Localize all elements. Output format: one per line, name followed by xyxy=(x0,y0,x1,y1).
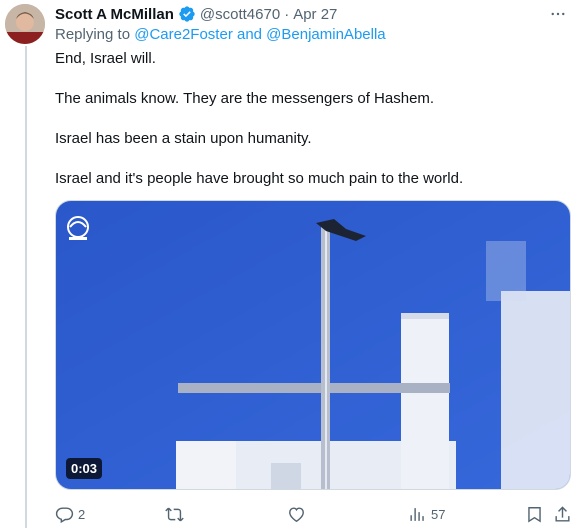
video-player[interactable]: 0:03 xyxy=(55,200,571,490)
reply-count: 2 xyxy=(78,506,86,522)
video-frame xyxy=(56,201,570,489)
more-icon[interactable] xyxy=(548,6,568,22)
avatar[interactable] xyxy=(5,4,45,44)
avatar-image xyxy=(5,4,45,44)
share-icon xyxy=(553,505,572,524)
reply-icon xyxy=(55,505,74,524)
tweet-paragraph: Israel has been a stain upon humanity. xyxy=(55,130,312,147)
views-count: 57 xyxy=(431,506,446,522)
thread-line xyxy=(25,46,27,528)
tweet-paragraph: End, Israel will. xyxy=(55,50,156,67)
tweet-header: Scott A McMillan @scott4670 · Apr 27 xyxy=(55,4,337,24)
reply-button[interactable]: 2 xyxy=(55,502,85,526)
tweet-paragraph: The animals know. They are the messenger… xyxy=(55,90,435,107)
like-icon xyxy=(287,505,306,524)
replying-to-users[interactable]: @Care2Foster and @BenjaminAbella xyxy=(134,26,385,43)
replying-to-prefix: Replying to xyxy=(55,26,131,43)
retweet-button[interactable] xyxy=(165,502,188,526)
replying-to: Replying to @Care2Foster and @BenjaminAb… xyxy=(55,26,386,43)
verified-badge-icon xyxy=(178,5,196,23)
like-button[interactable] xyxy=(287,502,310,526)
share-button[interactable] xyxy=(553,502,572,526)
video-timestamp: 0:03 xyxy=(66,458,103,479)
author-handle[interactable]: @scott4670 xyxy=(200,6,280,23)
tweet-paragraph: Israel and it's people have brought so m… xyxy=(55,170,464,187)
views-icon xyxy=(408,505,427,524)
retweet-icon xyxy=(165,505,184,524)
tweet-text: End, Israel will. The animals know. They… xyxy=(55,49,565,209)
action-bar: 2 57 xyxy=(55,502,571,526)
views-button[interactable]: 57 xyxy=(408,502,445,526)
bookmark-icon xyxy=(525,505,544,524)
tweet-date[interactable]: Apr 27 xyxy=(293,6,337,23)
bookmark-button[interactable] xyxy=(525,502,544,526)
author-name[interactable]: Scott A McMillan xyxy=(55,6,174,23)
separator-dot: · xyxy=(284,5,290,23)
